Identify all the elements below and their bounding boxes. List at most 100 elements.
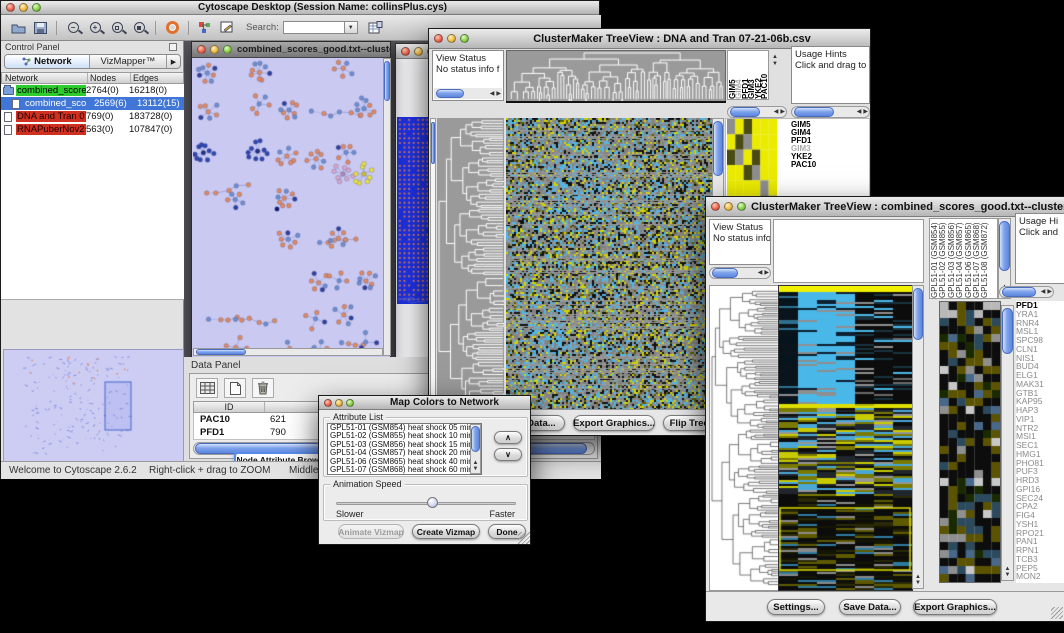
tv2-heat-vscrollbar[interactable]: ▲ ▼ <box>912 285 924 589</box>
scroll-down-icon[interactable]: ▼ <box>914 580 922 586</box>
float-panel-icon[interactable] <box>169 43 177 51</box>
tab-vizmapper[interactable]: VizMapper™ <box>90 55 166 68</box>
tv2-zoom-heatmap[interactable] <box>939 301 1001 583</box>
help-lifering-icon[interactable] <box>162 19 182 36</box>
col-edges[interactable]: Edges <box>130 73 183 83</box>
export-graphics-button[interactable]: Export Graphics... <box>573 415 655 431</box>
minimize-icon[interactable] <box>724 202 733 211</box>
scroll-down-icon[interactable]: ▼ <box>771 61 779 67</box>
tv2-gene-vscrollbar[interactable]: ▲ ▼ <box>1001 305 1014 581</box>
tv1-row-dendrogram[interactable] <box>437 118 504 409</box>
new-attribute-icon[interactable] <box>224 378 246 398</box>
network-tree-row[interactable]: DNA and Tran 07769(0)183728(0) <box>1 110 184 123</box>
tv2-hints-scrollbar[interactable]: ◀ ▶ <box>999 286 1054 298</box>
annotation-icon[interactable] <box>217 19 237 36</box>
search-dropdown-icon[interactable]: ▼ <box>345 21 358 34</box>
tv2-row-dendrogram[interactable] <box>709 285 780 591</box>
minimize-icon[interactable] <box>19 3 28 12</box>
network-tree-row[interactable]: combined_sco2569(6)13112(15) <box>1 97 184 110</box>
tv2-column-label[interactable]: GPL51-04 (GSM857) <box>956 219 964 298</box>
minimize-icon[interactable] <box>414 47 423 56</box>
zoom-window-icon[interactable] <box>32 3 41 12</box>
close-icon[interactable] <box>401 47 410 56</box>
settings-button[interactable]: Settings... <box>767 599 825 615</box>
scroll-left-icon[interactable]: ◀ <box>757 270 764 276</box>
move-down-button[interactable]: ∨ <box>494 448 522 461</box>
scroll-left-icon[interactable]: ◀ <box>856 109 863 115</box>
move-up-button[interactable]: ∧ <box>494 431 522 444</box>
resize-grip[interactable] <box>518 532 530 544</box>
dense-network-thumbnail[interactable] <box>397 117 430 304</box>
scroll-down-icon[interactable]: ▼ <box>1004 572 1012 578</box>
dialog-title-bar[interactable]: Map Colors to Network <box>319 396 530 410</box>
tab-overflow-icon[interactable]: ▶ <box>166 55 180 68</box>
birds-eye-view[interactable] <box>3 349 184 467</box>
col-network[interactable]: Network <box>2 73 87 83</box>
vizmapper-icon[interactable] <box>195 19 215 36</box>
close-icon[interactable] <box>6 3 15 12</box>
tv1-left-scrollbar[interactable] <box>430 118 436 409</box>
tv1-status-scrollbar[interactable]: ◀ ▶ <box>434 88 502 99</box>
delete-attribute-icon[interactable] <box>252 378 274 398</box>
tv1-row-label[interactable]: PAC10 <box>791 161 841 169</box>
tv1-column-label[interactable]: PAC10 <box>762 51 768 99</box>
resize-grip[interactable] <box>1051 607 1063 619</box>
save-icon[interactable] <box>30 19 50 36</box>
zoom-window-icon[interactable] <box>346 399 354 407</box>
close-icon[interactable] <box>434 34 443 43</box>
close-icon[interactable] <box>197 45 206 54</box>
network-canvas[interactable] <box>193 58 383 356</box>
network-hscrollbar[interactable] <box>193 348 383 356</box>
network-tree-row[interactable]: combined_scores_2764(0)16218(0) <box>1 84 184 97</box>
open-file-icon[interactable] <box>8 19 28 36</box>
zoom-out-icon[interactable]: − <box>63 19 83 36</box>
close-icon[interactable] <box>711 202 720 211</box>
speed-slider[interactable] <box>336 497 516 509</box>
network-vscrollbar[interactable] <box>383 58 391 356</box>
scroll-right-icon[interactable]: ▶ <box>495 91 502 97</box>
network-window-title-bar[interactable]: combined_scores_good.txt--cluste... <box>192 42 390 58</box>
zoom-in-icon[interactable]: + <box>85 19 105 36</box>
minimize-icon[interactable] <box>335 399 343 407</box>
tv1-hints-scrollbar[interactable]: ◀ ▶ <box>791 106 870 118</box>
table-mode-icon[interactable] <box>196 378 218 398</box>
minimize-icon[interactable] <box>210 45 219 54</box>
attribute-listbox[interactable]: GPL51-01 (GSM854) heat shock 05 minGPL51… <box>327 423 482 475</box>
attribute-list-scrollbar[interactable]: ▲ ▼ <box>470 424 481 474</box>
tv2-status-scrollbar[interactable]: ◀ ▶ <box>709 267 771 279</box>
scroll-down-icon[interactable]: ▼ <box>472 466 480 472</box>
close-icon[interactable] <box>324 399 332 407</box>
tv1-heatmap[interactable] <box>506 118 712 409</box>
tv2-column-label[interactable]: GPL51-08 (GSM872) <box>981 219 989 298</box>
treeview2-title-bar[interactable]: ClusterMaker TreeView : combined_scores_… <box>706 197 1064 217</box>
slider-thumb[interactable] <box>427 497 438 508</box>
tab-network[interactable]: Network <box>5 55 90 68</box>
zoom-selected-icon[interactable] <box>107 19 127 36</box>
col-nodes[interactable]: Nodes <box>87 73 130 83</box>
scroll-right-icon[interactable]: ▶ <box>862 109 869 115</box>
scroll-left-icon[interactable]: ◀ <box>773 109 780 115</box>
tv1-column-dendrogram[interactable] <box>506 50 726 102</box>
scroll-up-icon[interactable]: ▲ <box>771 54 779 60</box>
tv1-label-scroll-icons[interactable]: ▲ ▼ <box>771 54 779 67</box>
attribute-browser-icon[interactable] <box>366 19 386 36</box>
scroll-right-icon[interactable]: ▶ <box>763 270 770 276</box>
export-graphics-button[interactable]: Export Graphics... <box>913 599 997 615</box>
zoom-fit-icon[interactable] <box>129 19 149 36</box>
scroll-right-icon[interactable]: ▶ <box>779 109 786 115</box>
attribute-item[interactable]: GPL51-07 (GSM868) heat shock 60 min <box>328 466 481 474</box>
minimize-icon[interactable] <box>447 34 456 43</box>
tv1-yellowmap-scrollbar[interactable]: ◀ ▶ <box>727 106 787 118</box>
scroll-left-icon[interactable]: ◀ <box>489 91 496 97</box>
scroll-right-icon[interactable]: ▶ <box>1046 289 1053 295</box>
main-title-bar[interactable]: Cytoscape Desktop (Session Name: collins… <box>1 1 599 15</box>
tv2-heatmap[interactable] <box>778 285 913 591</box>
create-vizmap-button[interactable]: Create Vizmap <box>412 524 480 539</box>
zoom-window-icon[interactable] <box>460 34 469 43</box>
data-col-id[interactable]: ID <box>194 402 264 412</box>
zoom-window-icon[interactable] <box>737 202 746 211</box>
animate-vizmap-button[interactable]: Animate Vizmap <box>338 524 404 539</box>
gene-label[interactable]: MON2 <box>1016 572 1064 581</box>
network-tree-row[interactable]: RNAPuberNov2+563(0)107847(0) <box>1 123 184 136</box>
zoom-window-icon[interactable] <box>223 45 232 54</box>
